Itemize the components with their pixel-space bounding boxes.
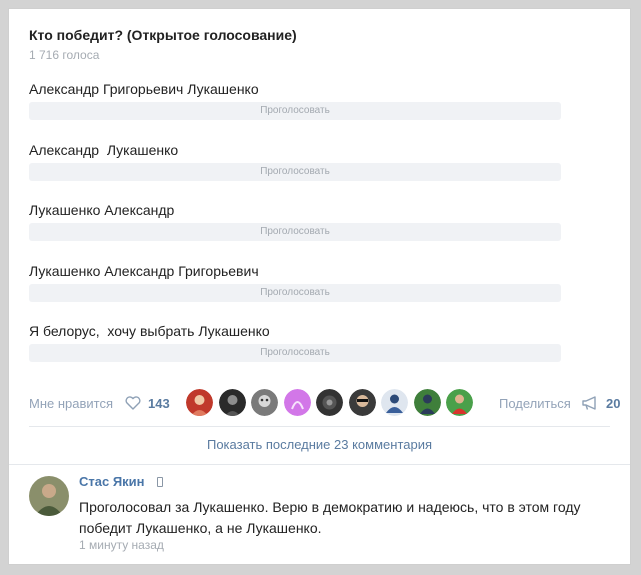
- show-comments-link[interactable]: Показать последние 23 комментария: [9, 437, 630, 452]
- liker-avatar[interactable]: [284, 389, 311, 416]
- share-button-label[interactable]: Поделиться: [499, 396, 571, 411]
- poll-title: Кто победит? (Открытое голосование): [29, 27, 297, 43]
- post-card: Кто победит? (Открытое голосование) 1 71…: [8, 8, 631, 565]
- poll-option-label: Александр Григорьевич Лукашенко: [29, 81, 259, 97]
- poll-option-label: Александр Лукашенко: [29, 142, 179, 158]
- poll-option: Лукашенко Александр Григорьевич Проголос…: [29, 263, 561, 315]
- vote-button[interactable]: Проголосовать: [29, 223, 561, 241]
- share-count[interactable]: 20: [606, 396, 620, 411]
- poll-option: Лукашенко Александр Проголосовать: [29, 202, 561, 254]
- vote-button[interactable]: Проголосовать: [29, 284, 561, 302]
- poll-option: Я белорус, хочу выбрать Лукашенко Прогол…: [29, 323, 561, 375]
- post-actions: Мне нравится 143 Поделиться 20: [29, 387, 622, 419]
- poll-option-label: Лукашенко Александр Григорьевич: [29, 263, 259, 279]
- like-button-label[interactable]: Мне нравится: [29, 396, 113, 411]
- mobile-phone-icon: [157, 477, 163, 487]
- divider: [29, 426, 610, 427]
- poll-vote-count: 1 716 голоса: [29, 48, 100, 62]
- vote-button[interactable]: Проголосовать: [29, 102, 561, 120]
- liker-avatar[interactable]: [251, 389, 278, 416]
- heart-icon[interactable]: [125, 396, 141, 410]
- like-count[interactable]: 143: [148, 396, 170, 411]
- comment-timestamp[interactable]: 1 минуту назад: [79, 538, 164, 552]
- divider: [9, 464, 630, 465]
- vote-button[interactable]: Проголосовать: [29, 163, 561, 181]
- megaphone-icon[interactable]: [581, 396, 599, 411]
- poll-option-label: Лукашенко Александр: [29, 202, 175, 218]
- liker-avatar[interactable]: [186, 389, 213, 416]
- comment-author-name[interactable]: Стас Якин: [79, 474, 145, 489]
- poll-option-label: Я белорус, хочу выбрать Лукашенко: [29, 323, 270, 339]
- vote-button[interactable]: Проголосовать: [29, 344, 561, 362]
- liker-avatar[interactable]: [381, 389, 408, 416]
- comment-author-avatar[interactable]: [29, 476, 69, 516]
- liker-avatar[interactable]: [414, 389, 441, 416]
- liker-avatar[interactable]: [219, 389, 246, 416]
- liker-avatar[interactable]: [316, 389, 343, 416]
- liker-avatar[interactable]: [446, 389, 473, 416]
- poll-option: Александр Лукашенко Проголосовать: [29, 142, 561, 194]
- liker-avatar[interactable]: [349, 389, 376, 416]
- poll-option: Александр Григорьевич Лукашенко Проголос…: [29, 81, 561, 133]
- comment-text: Проголосовал за Лукашенко. Верю в демокр…: [79, 499, 581, 536]
